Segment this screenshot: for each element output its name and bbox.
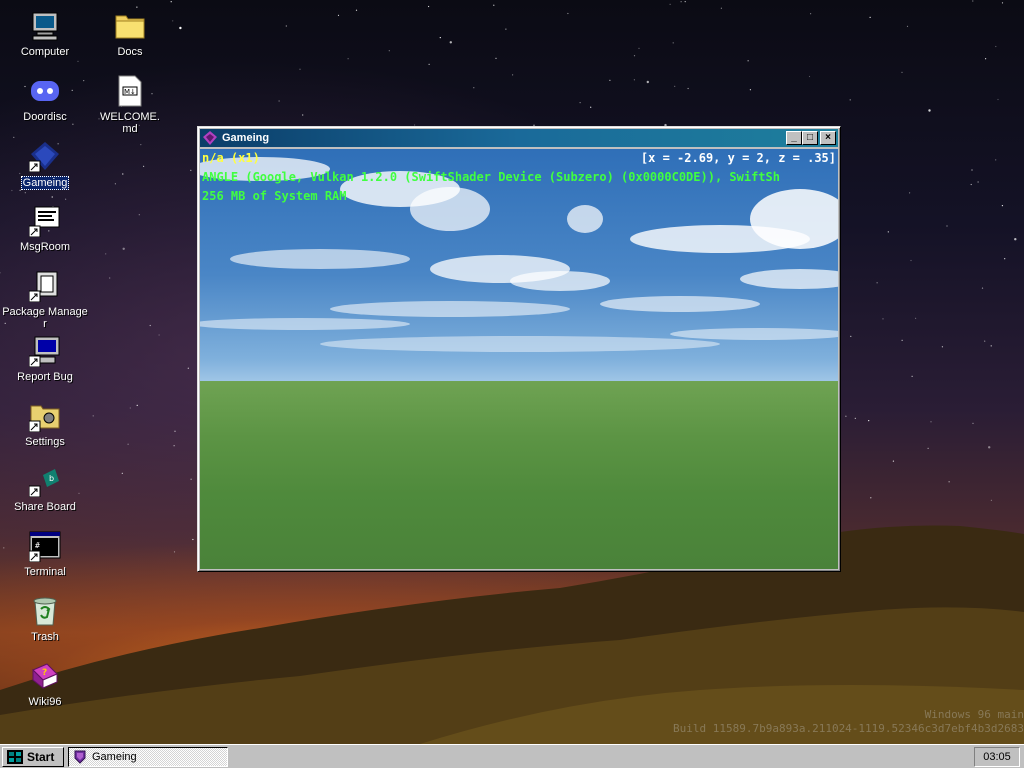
start-label: Start: [27, 750, 55, 764]
hud-mode: n/a (x1): [202, 151, 260, 165]
desktop-icon-label: Doordisc: [23, 111, 67, 123]
grass-ground: [200, 381, 838, 569]
desktop-icon-computer[interactable]: Computer: [1, 10, 89, 58]
share-board-icon: b: [28, 465, 61, 498]
desktop-icon-settings[interactable]: Settings: [1, 400, 89, 448]
game-icon: [203, 131, 217, 145]
taskbar: Start Gameing 03:05: [0, 744, 1024, 768]
desktop-icon-welcome-md[interactable]: M↓ WELCOME.md: [86, 75, 174, 135]
desktop-icon-doordisc[interactable]: Doordisc: [1, 75, 89, 123]
terminal-icon: #: [28, 530, 61, 563]
desktop-icon-label: Gameing: [20, 176, 70, 190]
game-icon: [73, 750, 87, 764]
desktop-icon-label: Docs: [117, 46, 143, 58]
minimize-button[interactable]: _: [786, 131, 802, 145]
computer-icon: [29, 10, 61, 42]
desktop-icon-label: Trash: [31, 631, 59, 643]
desktop-icon-gameing[interactable]: Gameing: [1, 140, 89, 190]
desktop-icon-label: Wiki96: [28, 696, 62, 708]
game-viewport[interactable]: n/a (x1) [x = -2.69, y = 2, z = .35] ANG…: [200, 149, 838, 569]
desktop-icon-report-bug[interactable]: Report Bug: [1, 335, 89, 383]
folder-icon: [114, 10, 146, 42]
desktop-icon-label: MsgRoom: [19, 241, 71, 253]
maximize-button[interactable]: □: [802, 131, 818, 145]
chat-icon: [28, 205, 61, 238]
discord-icon: [29, 75, 61, 107]
hud-memory: 256 MB of System RAM: [202, 189, 347, 203]
watermark-line-2: Build 11589.7b9a893a.211024-1119.52346c3…: [673, 722, 1024, 735]
desktop-icon-terminal[interactable]: # Terminal: [1, 530, 89, 578]
hud-coordinates: [x = -2.69, y = 2, z = .35]: [640, 151, 836, 165]
desktop-icon-label: Share Board: [14, 501, 76, 513]
hud-renderer: ANGLE (Google, Vulkan 1.2.0 (SwiftShader…: [202, 170, 780, 184]
close-button[interactable]: ×: [820, 131, 836, 145]
markdown-file-icon: M↓: [114, 75, 146, 107]
wiki-icon: ?: [29, 660, 61, 692]
system-clock[interactable]: 03:05: [974, 747, 1020, 767]
desktop-icon-label: Report Bug: [17, 371, 73, 383]
start-button[interactable]: Start: [2, 747, 64, 767]
bug-report-icon: [28, 335, 61, 368]
desktop-icon-msgroom[interactable]: MsgRoom: [1, 205, 89, 253]
desktop-icon-label: Settings: [25, 436, 65, 448]
settings-icon: [28, 400, 61, 433]
desktop-icon-label: WELCOME.md: [100, 111, 160, 135]
svg-text:b: b: [49, 474, 54, 483]
start-logo-icon: [7, 750, 23, 764]
desktop-icon-package-manager[interactable]: Package Manager: [1, 270, 89, 330]
watermark-line-1: Windows 96 main: [924, 708, 1024, 721]
game-icon: [28, 140, 61, 173]
build-watermark: Windows 96 main Build 11589.7b9a893a.211…: [673, 708, 1024, 736]
desktop-icon-share-board[interactable]: b Share Board: [1, 465, 89, 513]
svg-text:#: #: [35, 541, 40, 550]
window-title: Gameing: [222, 132, 270, 144]
taskbar-item-label: Gameing: [92, 751, 137, 763]
trash-icon: [29, 595, 61, 627]
svg-text:?: ?: [42, 668, 47, 678]
desktop-icon-wiki96[interactable]: ? Wiki96: [1, 660, 89, 708]
desktop-icon-label: Package Manager: [2, 306, 88, 330]
svg-text:M↓: M↓: [124, 88, 136, 96]
desktop-icon-docs[interactable]: Docs: [86, 10, 174, 58]
desktop-icon-label: Terminal: [24, 566, 66, 578]
window-titlebar[interactable]: Gameing _ □ ×: [200, 129, 838, 147]
package-icon: [28, 270, 61, 303]
gameing-window[interactable]: Gameing _ □ × n/a (x1) [x = -2.69, y = 2…: [197, 126, 841, 572]
desktop-icon-trash[interactable]: Trash: [1, 595, 89, 643]
taskbar-item-gameing[interactable]: Gameing: [68, 747, 228, 767]
desktop-icon-label: Computer: [20, 46, 70, 58]
